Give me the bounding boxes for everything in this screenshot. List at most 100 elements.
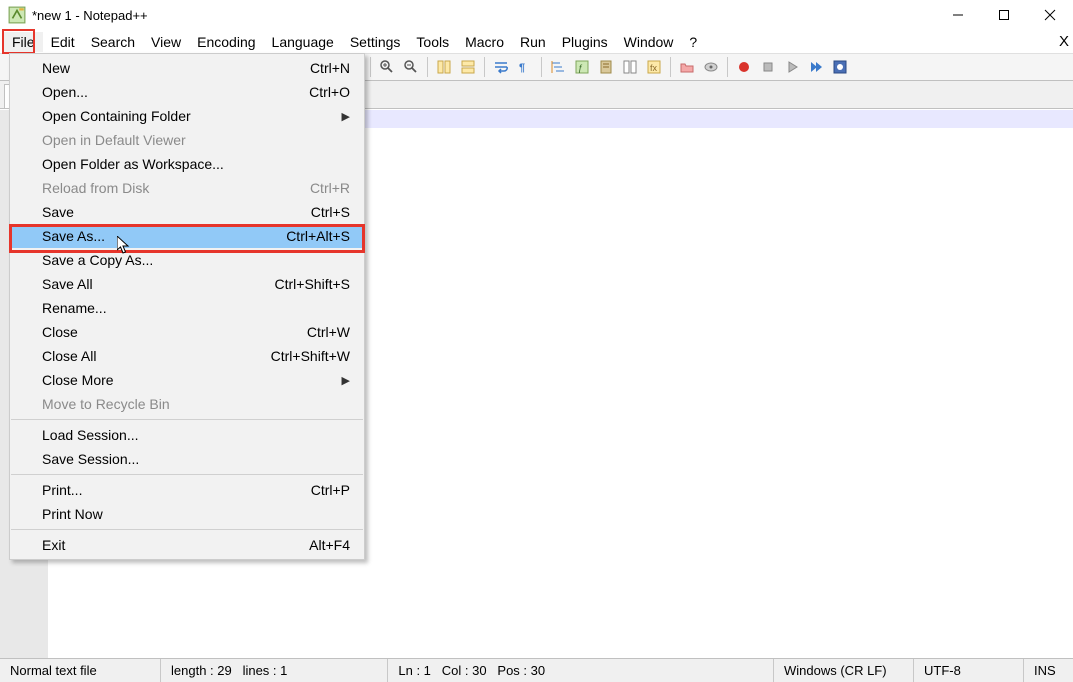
menu-item-shortcut: Ctrl+S <box>311 204 350 220</box>
menu-language[interactable]: Language <box>264 32 342 52</box>
menu-item-close-more[interactable]: Close More ▶ <box>10 368 364 392</box>
menu-run[interactable]: Run <box>512 32 554 52</box>
menu-item-open-in-default-viewer: Open in Default Viewer <box>10 128 364 152</box>
menu-item-shortcut: Ctrl+R <box>310 180 350 196</box>
menu-edit[interactable]: Edit <box>43 32 83 52</box>
menu-item-label: Open... <box>42 84 88 100</box>
menu-item-label: Save <box>42 204 74 220</box>
status-position: Ln : 1 Col : 30 Pos : 30 <box>387 659 555 682</box>
menu-plugins[interactable]: Plugins <box>554 32 616 52</box>
menu-item-shortcut: Ctrl+P <box>311 482 350 498</box>
menu-item-open-folder-as-workspace[interactable]: Open Folder as Workspace... <box>10 152 364 176</box>
zoom-in-icon[interactable] <box>376 56 398 78</box>
menu-tools[interactable]: Tools <box>408 32 457 52</box>
func-list-icon[interactable]: fx <box>643 56 665 78</box>
menu-file[interactable]: File <box>4 32 43 52</box>
lang-icon[interactable]: ƒ <box>571 56 593 78</box>
svg-text:ƒ: ƒ <box>578 63 583 73</box>
menu-item-label: Close More <box>42 372 114 388</box>
submenu-arrow-icon: ▶ <box>342 110 350 123</box>
window-close-button[interactable] <box>1027 0 1073 30</box>
status-ins: INS <box>1023 659 1073 682</box>
status-bar: Normal text file length : 29 lines : 1 L… <box>0 658 1073 682</box>
menu-item-label: Save a Copy As... <box>42 252 153 268</box>
menu-item-save-all[interactable]: Save All Ctrl+Shift+S <box>10 272 364 296</box>
menu-bar: File Edit Search View Encoding Language … <box>0 30 1073 53</box>
menu-item-label: Reload from Disk <box>42 180 149 196</box>
menu-item-label: Rename... <box>42 300 107 316</box>
menu-item-save-a-copy-as[interactable]: Save a Copy As... <box>10 248 364 272</box>
menu-item-reload-from-disk: Reload from Disk Ctrl+R <box>10 176 364 200</box>
minimize-button[interactable] <box>935 0 981 30</box>
menu-item-shortcut: Alt+F4 <box>309 537 350 553</box>
status-filetype: Normal text file <box>0 659 160 682</box>
svg-text:fx: fx <box>650 63 658 73</box>
menu-item-label: Save All <box>42 276 93 292</box>
menu-item-label: Close <box>42 324 78 340</box>
menu-item-print-now[interactable]: Print Now <box>10 502 364 526</box>
doc-list-icon[interactable] <box>619 56 641 78</box>
menu-item-close-all[interactable]: Close All Ctrl+Shift+W <box>10 344 364 368</box>
menu-encoding[interactable]: Encoding <box>189 32 263 52</box>
menu-settings[interactable]: Settings <box>342 32 409 52</box>
menu-item-label: Open Folder as Workspace... <box>42 156 224 172</box>
menu-item-shortcut: Ctrl+W <box>307 324 350 340</box>
menu-item-close[interactable]: Close Ctrl+W <box>10 320 364 344</box>
menu-item-open[interactable]: Open...Ctrl+O <box>10 80 364 104</box>
doc-map-icon[interactable] <box>595 56 617 78</box>
menu-item-save-session[interactable]: Save Session... <box>10 447 364 471</box>
play-multi-icon[interactable] <box>805 56 827 78</box>
menu-item-label: Exit <box>42 537 65 553</box>
menu-item-shortcut: Ctrl+N <box>310 60 350 76</box>
menu-help[interactable]: ? <box>681 32 705 52</box>
menu-item-save[interactable]: Save Ctrl+S <box>10 200 364 224</box>
wordwrap-icon[interactable] <box>490 56 512 78</box>
menu-item-label: Save As... <box>42 228 105 244</box>
play-icon[interactable] <box>781 56 803 78</box>
zoom-out-icon[interactable] <box>400 56 422 78</box>
indent-guide-icon[interactable] <box>547 56 569 78</box>
stop-icon[interactable] <box>757 56 779 78</box>
svg-text:¶: ¶ <box>519 62 525 74</box>
menu-item-label: Open Containing Folder <box>42 108 191 124</box>
maximize-button[interactable] <box>981 0 1027 30</box>
title-bar: *new 1 - Notepad++ <box>0 0 1073 30</box>
menu-item-label: Print Now <box>42 506 103 522</box>
status-length: length : 29 lines : 1 <box>160 659 297 682</box>
window-title: *new 1 - Notepad++ <box>32 8 148 23</box>
sync-v-icon[interactable] <box>433 56 455 78</box>
tab-close-x[interactable]: X <box>1059 33 1069 50</box>
menu-item-label: New <box>42 60 70 76</box>
menu-window[interactable]: Window <box>616 32 682 52</box>
save-macro-icon[interactable] <box>829 56 851 78</box>
status-encoding: UTF-8 <box>913 659 1023 682</box>
menu-item-new[interactable]: New Ctrl+N <box>10 56 364 80</box>
menu-item-label: Move to Recycle Bin <box>42 396 170 412</box>
menu-item-save-as[interactable]: Save As... Ctrl+Alt+S <box>10 224 364 248</box>
menu-item-shortcut: Ctrl+Shift+W <box>271 348 350 364</box>
menu-item-label: Print... <box>42 482 82 498</box>
menu-item-move-to-recycle-bin: Move to Recycle Bin <box>10 392 364 416</box>
menu-item-label: Close All <box>42 348 96 364</box>
menu-item-label: Open in Default Viewer <box>42 132 186 148</box>
folder-icon[interactable] <box>676 56 698 78</box>
menu-view[interactable]: View <box>143 32 189 52</box>
allchars-icon[interactable]: ¶ <box>514 56 536 78</box>
menu-item-print[interactable]: Print... Ctrl+P <box>10 478 364 502</box>
menu-item-shortcut: Ctrl+Shift+S <box>275 276 350 292</box>
menu-item-shortcut: Ctrl+Alt+S <box>286 228 350 244</box>
submenu-arrow-icon: ▶ <box>342 374 350 387</box>
menu-item-label: Load Session... <box>42 427 139 443</box>
menu-item-open-containing-folder[interactable]: Open Containing Folder ▶ <box>10 104 364 128</box>
menu-item-rename[interactable]: Rename... <box>10 296 364 320</box>
monitor-icon[interactable] <box>700 56 722 78</box>
menu-item-exit[interactable]: Exit Alt+F4 <box>10 533 364 557</box>
menu-item-label: Save Session... <box>42 451 139 467</box>
menu-search[interactable]: Search <box>83 32 143 52</box>
status-eol: Windows (CR LF) <box>773 659 913 682</box>
menu-macro[interactable]: Macro <box>457 32 512 52</box>
record-icon[interactable] <box>733 56 755 78</box>
sync-h-icon[interactable] <box>457 56 479 78</box>
menu-item-load-session[interactable]: Load Session... <box>10 423 364 447</box>
app-icon <box>8 6 26 24</box>
